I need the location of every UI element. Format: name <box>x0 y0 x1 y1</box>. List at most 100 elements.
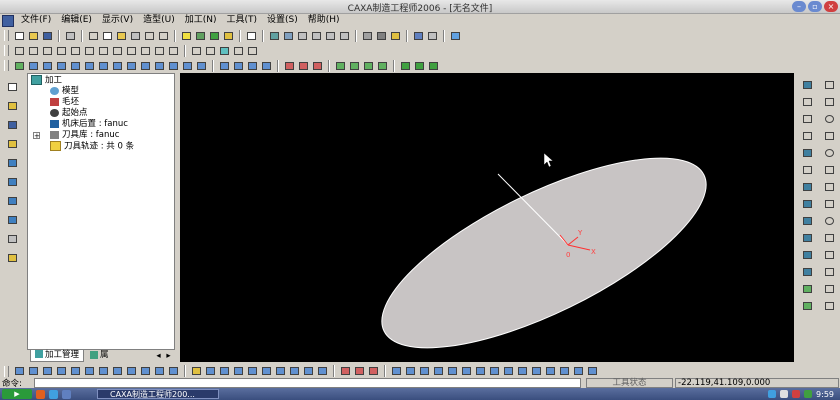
path-edit-1-icon[interactable] <box>339 365 352 377</box>
draw-mode-icon[interactable] <box>190 45 203 57</box>
light-icon[interactable] <box>180 30 193 42</box>
tab-properties[interactable]: 属 <box>86 350 113 361</box>
copy-icon[interactable] <box>101 30 114 42</box>
new-file-icon[interactable] <box>13 30 26 42</box>
tree-item-start-point[interactable]: 起始点 <box>28 108 174 119</box>
loft-icon[interactable] <box>55 60 68 72</box>
path-op-11-icon[interactable] <box>530 365 543 377</box>
tree-item-post[interactable]: 机床后置 : fanuc <box>28 119 174 130</box>
tree-item-tool-library[interactable]: + 刀具库 : fanuc <box>28 130 174 141</box>
hole-icon[interactable] <box>125 60 138 72</box>
measure-icon[interactable] <box>449 30 462 42</box>
measure-angle-icon[interactable] <box>413 60 426 72</box>
hatch-icon[interactable] <box>822 282 837 295</box>
point-icon[interactable] <box>800 112 815 125</box>
path-op-4-icon[interactable] <box>432 365 445 377</box>
offset-icon[interactable] <box>362 60 375 72</box>
contour-icon[interactable] <box>218 365 231 377</box>
path-op-9-icon[interactable] <box>502 365 515 377</box>
wireframe-icon[interactable] <box>375 30 388 42</box>
trim-curve-icon[interactable] <box>800 180 815 193</box>
path-op-7-icon[interactable] <box>474 365 487 377</box>
restore-button[interactable]: ▫ <box>808 1 822 12</box>
pattern-icon[interactable] <box>181 60 194 72</box>
quicklaunch-app-icon[interactable] <box>62 389 71 399</box>
snap-icon[interactable] <box>246 45 259 57</box>
path-op-3-icon[interactable] <box>418 365 431 377</box>
extrude-icon[interactable] <box>13 60 26 72</box>
tab-scroll-left-icon[interactable]: ◂ <box>154 351 163 361</box>
view-refresh-icon[interactable] <box>139 45 152 57</box>
select-arrow-icon[interactable] <box>5 80 20 94</box>
undo-icon[interactable] <box>143 30 156 42</box>
app-icon[interactable] <box>2 14 14 27</box>
waterline-icon[interactable] <box>274 365 287 377</box>
formula-curve-icon[interactable] <box>822 197 837 210</box>
open-file-icon[interactable] <box>27 30 40 42</box>
tree-root[interactable]: 加工 <box>28 75 174 86</box>
surface-icon[interactable] <box>218 60 231 72</box>
project-curve-icon[interactable] <box>800 265 815 278</box>
tab-machining-manager[interactable]: 加工管理 <box>30 349 85 362</box>
tool-op-5-icon[interactable] <box>69 365 82 377</box>
plane-icon[interactable] <box>218 45 231 57</box>
tool-op-8-icon[interactable] <box>111 365 124 377</box>
revolve-icon[interactable] <box>27 60 40 72</box>
cut-revolve-icon[interactable] <box>83 60 96 72</box>
scale-icon[interactable] <box>311 60 324 72</box>
tree-item-tool-paths[interactable]: 刀具轨迹 : 共 0 条 <box>28 141 174 152</box>
properties-icon[interactable] <box>412 30 425 42</box>
trim-icon[interactable] <box>334 60 347 72</box>
tray-status-icon[interactable] <box>804 390 813 398</box>
simulate-icon[interactable] <box>5 194 20 208</box>
tray-network-icon[interactable] <box>768 390 777 398</box>
parallel-icon[interactable] <box>260 365 273 377</box>
settings-icon[interactable] <box>800 163 815 176</box>
tool-path-icon[interactable] <box>5 175 20 189</box>
property-view-icon[interactable] <box>5 137 20 151</box>
path-op-1-icon[interactable] <box>390 365 403 377</box>
tool-op-2-icon[interactable] <box>27 365 40 377</box>
grid-icon[interactable] <box>232 45 245 57</box>
edit-curve-icon[interactable] <box>800 146 815 159</box>
menu-edit[interactable]: 编辑(E) <box>56 14 97 27</box>
zoom-in-icon[interactable] <box>296 30 309 42</box>
sweep-icon[interactable] <box>41 60 54 72</box>
render-icon[interactable] <box>389 30 402 42</box>
pan-icon[interactable] <box>338 30 351 42</box>
arc-icon[interactable] <box>822 95 837 108</box>
mirror-curve-icon[interactable] <box>800 282 815 295</box>
view-front-icon[interactable] <box>13 45 26 57</box>
join-curve-icon[interactable] <box>800 214 815 227</box>
view-prev-icon[interactable] <box>153 45 166 57</box>
save-icon[interactable] <box>41 30 54 42</box>
path-edit-3-icon[interactable] <box>367 365 380 377</box>
shade-icon[interactable] <box>361 30 374 42</box>
view-next-icon[interactable] <box>167 45 180 57</box>
close-button[interactable]: × <box>824 1 838 12</box>
sketch-pencil-icon[interactable] <box>5 99 20 113</box>
transform-icon[interactable] <box>297 60 310 72</box>
tray-app-icon[interactable] <box>792 390 801 398</box>
nc-code-icon[interactable] <box>5 232 20 246</box>
rest-icon[interactable] <box>316 365 329 377</box>
shell-icon[interactable] <box>139 60 152 72</box>
split-icon[interactable] <box>376 60 389 72</box>
color-icon[interactable] <box>222 30 235 42</box>
tool-op-10-icon[interactable] <box>139 365 152 377</box>
text-icon[interactable] <box>822 248 837 261</box>
cut-extrude-icon[interactable] <box>69 60 82 72</box>
path-op-8-icon[interactable] <box>488 365 501 377</box>
view-back-icon[interactable] <box>69 45 82 57</box>
tool-op-6-icon[interactable] <box>83 365 96 377</box>
sketch-icon[interactable] <box>204 45 217 57</box>
layer-icon[interactable] <box>194 30 207 42</box>
dimension-icon[interactable] <box>822 265 837 278</box>
view-iso-icon[interactable] <box>97 45 110 57</box>
tray-volume-icon[interactable] <box>780 390 789 398</box>
filter-icon[interactable] <box>208 30 221 42</box>
menu-machining[interactable]: 加工(N) <box>180 14 222 27</box>
roughing-icon[interactable] <box>190 365 203 377</box>
polyline-icon[interactable] <box>822 180 837 193</box>
minimize-button[interactable]: – <box>792 1 806 12</box>
